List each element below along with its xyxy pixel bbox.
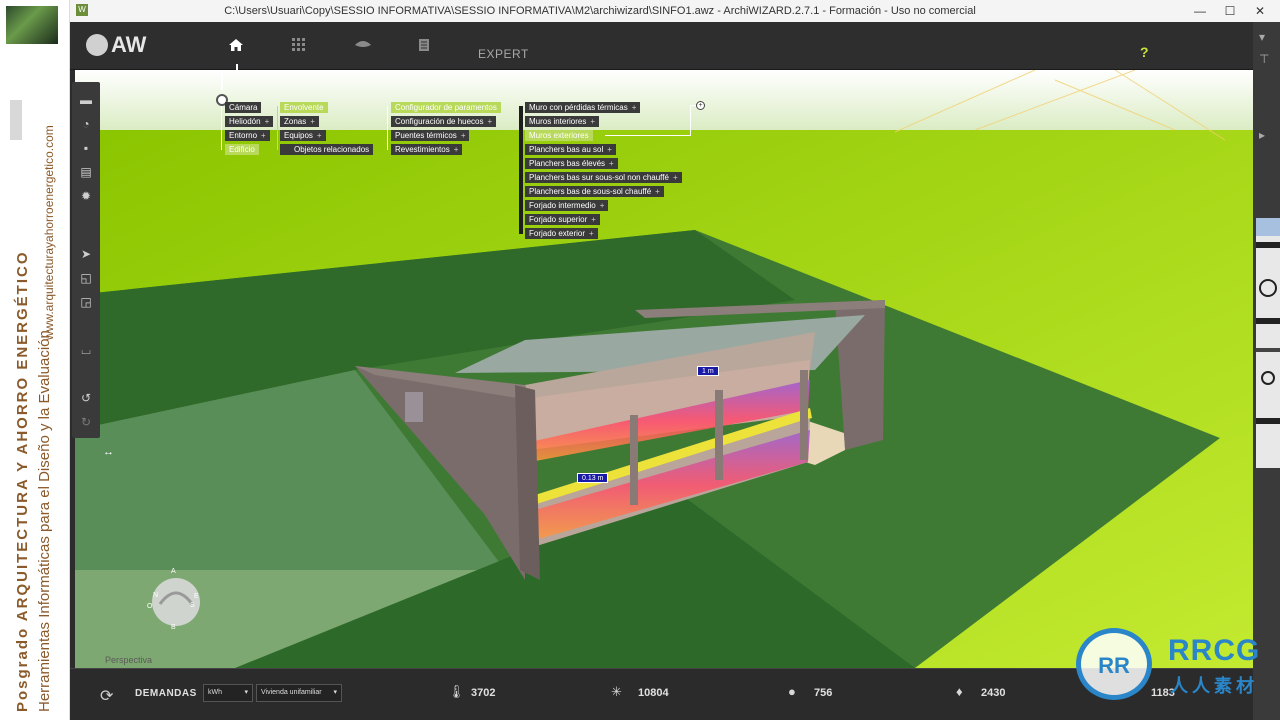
building-type-select[interactable]: Vivienda unifamiliar ▾	[256, 684, 342, 702]
tree-item-muros-interiores[interactable]: Muros interiores +	[525, 116, 600, 127]
tree-item-revestimientos[interactable]: Revestimientos +	[391, 144, 463, 155]
tree-item-zonas[interactable]: Zonas +	[280, 116, 319, 127]
plan-view-icon[interactable]: ◱	[79, 272, 93, 284]
tree-item-camara[interactable]: Cámara	[225, 102, 262, 113]
resize-cursor-icon: ↔	[103, 446, 114, 458]
tree-item-muro-perdidas[interactable]: Muro con pérdidas térmicas +	[525, 102, 641, 113]
pin-icon[interactable]: ⊤	[1259, 52, 1269, 66]
tree-item-objetos-relacionados[interactable]: Objetos relacionados	[280, 144, 374, 155]
add-node-icon[interactable]: +	[696, 101, 705, 110]
tree-root-line	[221, 70, 223, 90]
right-texture-panel	[1256, 218, 1280, 468]
demandas-label: DEMANDAS	[135, 688, 197, 699]
minimize-button[interactable]: —	[1186, 2, 1214, 20]
svg-text:RR: RR	[1098, 653, 1130, 678]
save-icon[interactable]: ▪	[79, 142, 93, 154]
tree-item-planchers-eleves[interactable]: Planchers bas élevés +	[525, 158, 618, 169]
refresh-icon[interactable]: ⟳	[100, 686, 113, 706]
gear-icon[interactable]: ✹	[79, 190, 93, 202]
eye-icon[interactable]	[354, 38, 372, 54]
webcam-thumbnail	[6, 6, 58, 44]
tree-item-entorno[interactable]: Entorno +	[225, 130, 270, 141]
cooling-value: 10804	[638, 687, 669, 699]
snowflake-icon: ✳	[611, 684, 622, 699]
watermark-logo-icon: RR	[1076, 628, 1152, 700]
water-drop-icon: ♦	[956, 684, 963, 699]
thermometer-icon: 🌡	[448, 684, 465, 699]
water-value: 2430	[981, 687, 1006, 699]
compass-widget[interactable]: A B E O N S	[147, 568, 202, 631]
collapse-icon[interactable]: ▾	[1259, 30, 1265, 44]
unit-select[interactable]: kWh ▾	[203, 684, 253, 702]
tree-item-heliodon[interactable]: Heliodón +	[225, 116, 274, 127]
brand-title: Posgrado ARQUITECTURA Y AHORRO ENERGÉTIC…	[14, 250, 31, 713]
tree-item-puentes-termicos[interactable]: Puentes térmicos +	[391, 130, 470, 141]
tree-item-configuracion-huecos[interactable]: Configuración de huecos +	[391, 116, 497, 127]
compass-s-label: S	[190, 602, 195, 609]
panel-toggle-icon[interactable]: ▸	[1259, 128, 1265, 142]
university-logo	[10, 100, 22, 140]
view-mode-label[interactable]: Perspectiva	[105, 655, 152, 665]
tree-item-forjado-intermedio[interactable]: Forjado intermedio +	[525, 200, 609, 211]
compass-east: E	[194, 593, 199, 600]
folder-icon[interactable]: ▬	[79, 94, 93, 106]
tree-item-planchers-chauffe[interactable]: Planchers bas de sous-sol chauffé +	[525, 186, 664, 197]
3d-viewport[interactable]: 1 m 0.13 m Cámara Heliodón + Entorno + Edi…	[75, 70, 1253, 668]
tree-item-planchers-non-chauffe[interactable]: Planchers bas sur sous-sol non chauffé +	[525, 172, 682, 183]
heating-value: 3702	[471, 687, 496, 699]
main-toolbar: AW EXPERT ?	[70, 22, 1253, 82]
pointer-icon[interactable]: ➤	[79, 248, 93, 260]
tree-item-configurador-paramentos[interactable]: Configurador de paramentos	[391, 102, 501, 113]
left-toolbar: ▬ ◔ ▪ ▤ ✹ ➤ ◱ ◲ ⌴ ↺ ↻	[72, 82, 100, 438]
help-button[interactable]: ?	[1140, 44, 1149, 60]
undo-icon[interactable]: ↺	[79, 392, 93, 404]
title-bar: W C:\Users\Usuari\Copy\SESSIO INFORMATIV…	[70, 0, 1280, 22]
grid-icon[interactable]	[292, 38, 306, 55]
compass-south: B	[171, 624, 176, 631]
layers-icon[interactable]: ▤	[79, 166, 93, 178]
section-view-icon[interactable]: ◲	[79, 296, 93, 308]
tree-item-edificio[interactable]: Edificio	[225, 144, 259, 155]
scene-render	[75, 70, 1253, 668]
maximize-button[interactable]: ☐	[1216, 2, 1244, 20]
brand-url: www.arquitecturayahorroenergetico.com	[42, 125, 56, 340]
measure-label-1m: 1 m	[697, 366, 719, 376]
document-icon[interactable]	[418, 38, 430, 55]
tree-item-forjado-exterior[interactable]: Forjado exterior +	[525, 228, 598, 239]
tree-item-equipos[interactable]: Equipos +	[280, 130, 326, 141]
brand-panel: Posgrado ARQUITECTURA Y AHORRO ENERGÉTIC…	[0, 0, 70, 720]
archiwizard-window: W C:\Users\Usuari\Copy\SESSIO INFORMATIV…	[70, 0, 1280, 720]
lighting-value: 756	[814, 687, 833, 699]
close-button[interactable]: ✕	[1246, 2, 1274, 20]
watermark-brand: RRCG	[1168, 634, 1261, 667]
watermark: RR RRCG 人人素材	[1076, 628, 1280, 700]
logo-swirl-icon	[86, 34, 108, 56]
tree-item-planchers-sol[interactable]: Planchers bas au sol +	[525, 144, 616, 155]
home-icon[interactable]	[228, 38, 244, 55]
measure-tool-icon[interactable]: ⌴	[79, 344, 93, 356]
compass-n-label: N	[153, 592, 159, 599]
tree-item-forjado-superior[interactable]: Forjado superior +	[525, 214, 600, 225]
compass-north: A	[171, 568, 176, 575]
tree-item-envolvente[interactable]: Envolvente	[280, 102, 328, 113]
lightbulb-icon: ●	[788, 684, 796, 699]
redo-icon[interactable]: ↻	[79, 416, 93, 428]
aw-logo: AW	[86, 32, 146, 58]
measure-label-013m: 0.13 m	[577, 473, 609, 483]
brand-subtitle: Herramientas Informáticas para el Diseño…	[36, 330, 53, 712]
window-title: C:\Users\Usuari\Copy\SESSIO INFORMATIVA\…	[224, 5, 976, 17]
expert-mode-button[interactable]: EXPERT	[478, 47, 529, 61]
tree-item-muros-exteriores[interactable]: Muros exteriores	[525, 130, 593, 141]
sun-path-icon[interactable]: ◔	[79, 118, 93, 130]
watermark-cn: 人人素材	[1170, 676, 1258, 696]
compass-west: O	[147, 603, 153, 610]
